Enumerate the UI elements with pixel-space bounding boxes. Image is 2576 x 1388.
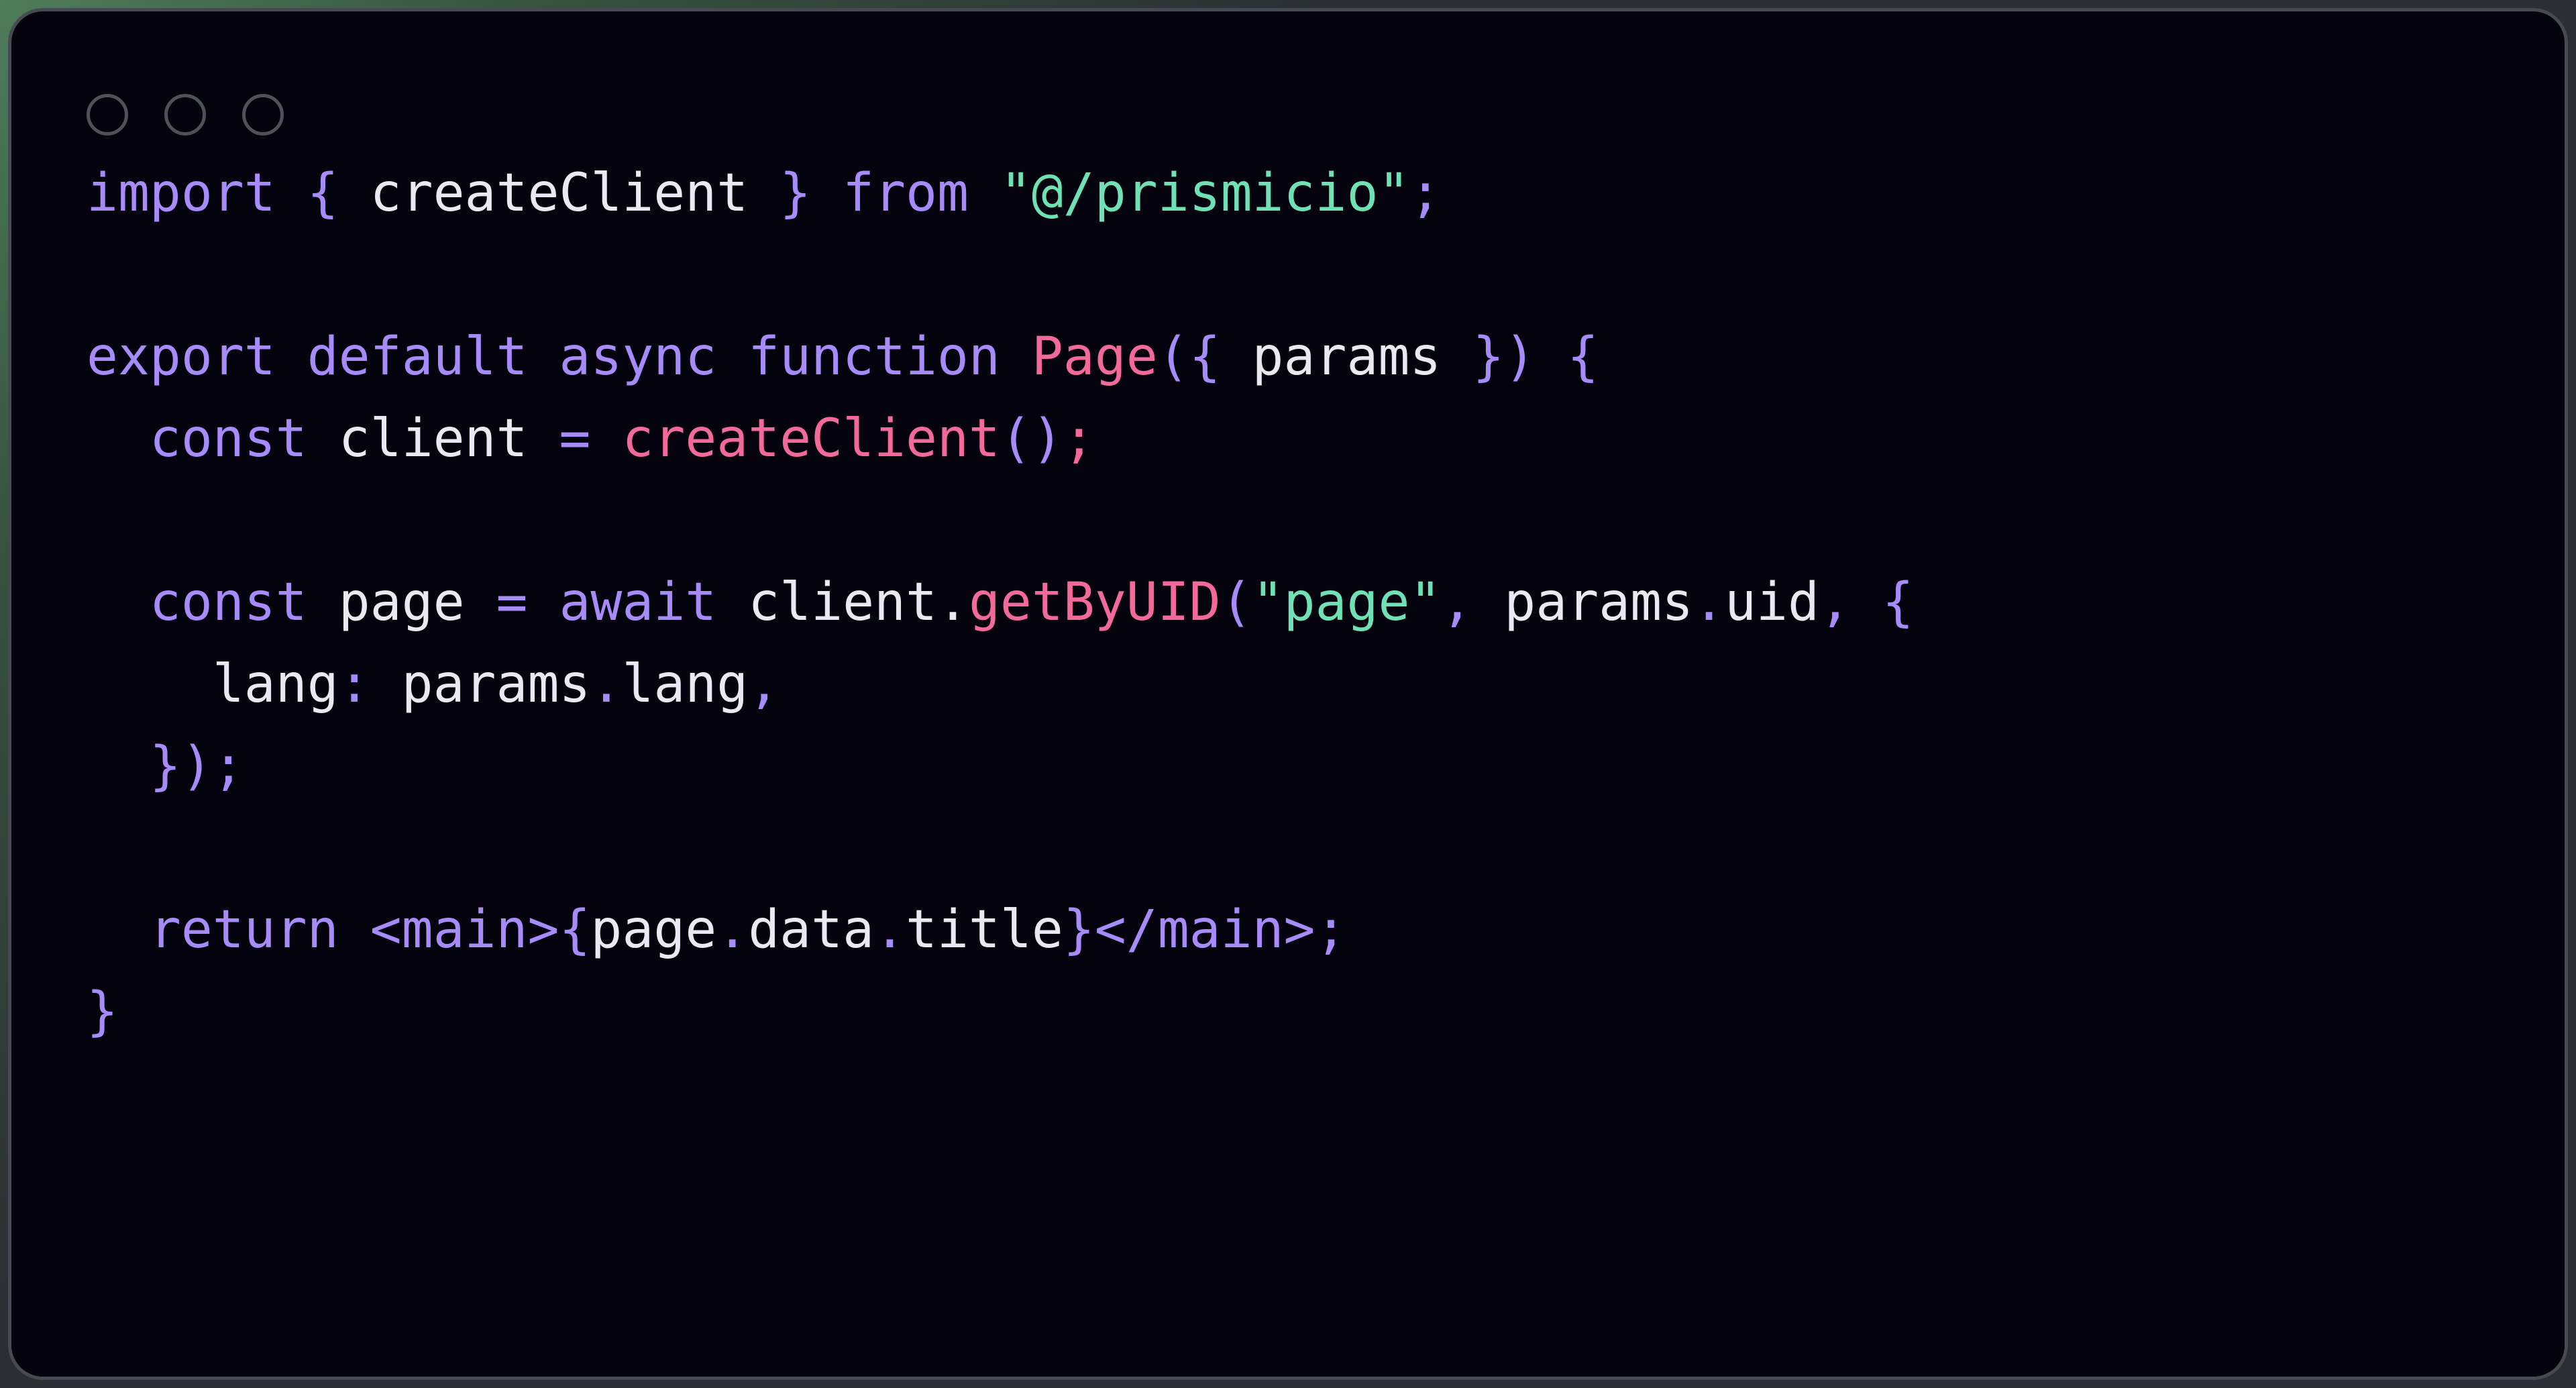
- code-token: export default async function: [87, 327, 1000, 387]
- code-token: getByUID: [968, 572, 1221, 633]
- minimize-dot[interactable]: [164, 94, 206, 136]
- code-line-7: lang: params.lang,: [87, 643, 2565, 725]
- code-line-6: const page = await client.getByUID("page…: [87, 562, 2565, 643]
- code-token: });: [149, 736, 244, 796]
- code-token: {: [1882, 572, 1914, 633]
- code-snippet-window: import { createClient } from "@/prismici…: [8, 8, 2568, 1380]
- code-token: createClient: [338, 163, 780, 223]
- code-token: client: [307, 409, 559, 469]
- code-token: }): [1472, 327, 1536, 387]
- code-token: ({: [1157, 327, 1221, 387]
- code-token: {: [559, 900, 591, 960]
- code-block[interactable]: import { createClient } from "@/prismici…: [87, 152, 2565, 1053]
- code-token: .: [874, 900, 906, 960]
- code-token: .: [936, 572, 969, 633]
- code-token: .: [590, 654, 623, 714]
- code-token: title: [906, 900, 1063, 960]
- code-line-1: import { createClient } from "@/prismici…: [87, 152, 2565, 234]
- code-token: params: [370, 654, 591, 714]
- code-token: }: [87, 981, 118, 1042]
- code-token: lang: [212, 654, 339, 714]
- code-token: uid: [1725, 572, 1819, 633]
- code-token: ;: [1063, 409, 1095, 469]
- code-token: =: [496, 572, 528, 633]
- code-token: params: [1220, 327, 1473, 387]
- code-token: ,: [1819, 572, 1851, 633]
- maximize-dot[interactable]: [242, 94, 284, 136]
- code-token: ,: [1441, 572, 1473, 633]
- code-token: }: [780, 163, 812, 223]
- code-token: client: [716, 572, 937, 633]
- code-token: (): [1000, 409, 1063, 469]
- window-titlebar: [11, 11, 2565, 152]
- code-line-3: export default async function Page({ par…: [87, 316, 2565, 398]
- code-token: await: [559, 572, 717, 633]
- code-token: Page: [1031, 327, 1158, 387]
- code-line-10: return <main>{page.data.title}</main>;: [87, 889, 2565, 971]
- code-token: page: [590, 900, 717, 960]
- code-token: }: [1063, 900, 1095, 960]
- code-token: page: [307, 572, 496, 633]
- code-line-8: });: [87, 725, 2565, 807]
- code-token: {: [307, 163, 339, 223]
- code-token: import: [87, 163, 276, 223]
- code-area: import { createClient } from "@/prismici…: [11, 152, 2565, 1053]
- code-token: ,: [748, 654, 780, 714]
- code-token: </main>: [1094, 900, 1316, 960]
- code-token: from: [843, 163, 969, 223]
- code-line-4: const client = createClient();: [87, 398, 2565, 480]
- code-token: return: [149, 900, 339, 960]
- code-token: =: [559, 409, 591, 469]
- code-token: const: [149, 409, 307, 469]
- code-token: "@/prismicio": [1000, 163, 1410, 223]
- code-token: lang: [622, 654, 749, 714]
- code-token: .: [716, 900, 749, 960]
- code-token: createClient: [622, 409, 1000, 469]
- code-token: params: [1472, 572, 1694, 633]
- code-line-11: }: [87, 971, 2565, 1053]
- code-token: :: [338, 654, 370, 714]
- code-token: {: [1567, 327, 1599, 387]
- code-token: <main>: [370, 900, 559, 960]
- close-dot[interactable]: [87, 94, 128, 136]
- code-token: ;: [1315, 900, 1347, 960]
- code-token: "page": [1252, 572, 1442, 633]
- code-token: .: [1693, 572, 1725, 633]
- code-token: (: [1220, 572, 1252, 633]
- code-token: const: [149, 572, 307, 633]
- code-token: ;: [1409, 163, 1442, 223]
- code-token: data: [748, 900, 875, 960]
